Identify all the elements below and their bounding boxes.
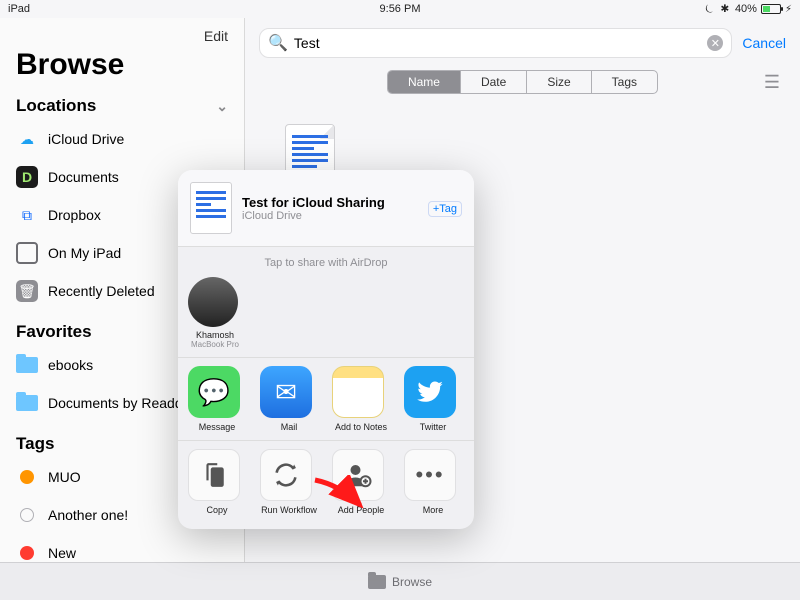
sidebar-item-icloud-drive[interactable]: ☁︎ iCloud Drive <box>0 120 244 158</box>
edit-button[interactable]: Edit <box>204 28 228 44</box>
browse-tab-label[interactable]: Browse <box>392 575 432 589</box>
document-icon <box>190 182 232 234</box>
device-label: iPad <box>8 3 30 15</box>
sort-option-name[interactable]: Name <box>388 71 461 93</box>
sidebar-title: Browse <box>0 44 244 92</box>
action-copy[interactable]: Copy <box>188 449 246 515</box>
dropbox-icon: ⧉ <box>16 204 38 226</box>
more-icon: ••• <box>404 449 456 501</box>
search-icon: 🔍 <box>268 33 288 53</box>
share-app-message[interactable]: 💬 Message <box>188 366 246 432</box>
copy-icon <box>188 449 240 501</box>
airdrop-hint: Tap to share with AirDrop <box>188 255 464 277</box>
browse-tab-icon[interactable] <box>368 575 386 589</box>
folder-icon <box>16 392 38 414</box>
status-bar: iPad 9:56 PM ⏾ ✱ 40% ⚡︎ <box>0 0 800 18</box>
share-app-notes[interactable]: Add to Notes <box>332 366 390 432</box>
sort-option-date[interactable]: Date <box>461 71 527 93</box>
locations-header[interactable]: Locations ⌄ <box>0 92 244 120</box>
sort-option-tags[interactable]: Tags <box>592 71 657 93</box>
action-run-workflow[interactable]: Run Workflow <box>260 449 318 515</box>
mail-icon: ✉︎ <box>260 366 312 418</box>
action-add-people[interactable]: Add People <box>332 449 390 515</box>
cloud-icon: ☁︎ <box>16 128 38 150</box>
list-view-button[interactable]: ☰ <box>764 72 780 93</box>
share-file-name: Test for iCloud Sharing <box>242 195 385 210</box>
documents-app-icon: D <box>16 166 38 188</box>
twitter-icon <box>404 366 456 418</box>
status-right: ⏾ ✱ 40% ⚡︎ <box>705 3 792 16</box>
clear-search-button[interactable]: ✕ <box>707 35 723 51</box>
message-icon: 💬 <box>188 366 240 418</box>
folder-icon <box>16 354 38 376</box>
chevron-down-icon: ⌄ <box>216 98 228 115</box>
battery-percent: 40% <box>735 3 757 15</box>
airdrop-target[interactable]: Khamosh MacBook Pro <box>188 277 242 349</box>
tag-dot-icon <box>16 466 38 488</box>
sort-segmented-control: Name Date Size Tags <box>387 70 658 94</box>
ipad-icon <box>16 242 38 264</box>
add-tag-button[interactable]: +Tag <box>428 201 462 217</box>
bottom-toolbar: Browse <box>0 562 800 600</box>
battery-icon <box>761 4 781 14</box>
notes-icon <box>332 366 384 418</box>
tag-dot-icon <box>16 542 38 564</box>
trash-icon: 🗑 <box>16 280 38 302</box>
search-field[interactable]: 🔍 ✕ <box>259 28 732 58</box>
add-people-icon <box>332 449 384 501</box>
clock: 9:56 PM <box>380 3 421 15</box>
sort-option-size[interactable]: Size <box>527 71 591 93</box>
share-app-mail[interactable]: ✉︎ Mail <box>260 366 318 432</box>
airdrop-avatar-icon <box>188 277 238 327</box>
action-more[interactable]: ••• More <box>404 449 462 515</box>
share-app-twitter[interactable]: Twitter <box>404 366 462 432</box>
search-input[interactable] <box>294 35 701 51</box>
charging-icon: ⚡︎ <box>785 4 792 15</box>
workflow-icon <box>260 449 312 501</box>
tag-ring-icon <box>16 504 38 526</box>
share-sheet: Test for iCloud Sharing iCloud Drive +Ta… <box>178 170 474 529</box>
cancel-button[interactable]: Cancel <box>742 35 786 51</box>
status-icons: ⏾ ✱ <box>705 3 731 16</box>
share-file-location: iCloud Drive <box>242 210 385 222</box>
